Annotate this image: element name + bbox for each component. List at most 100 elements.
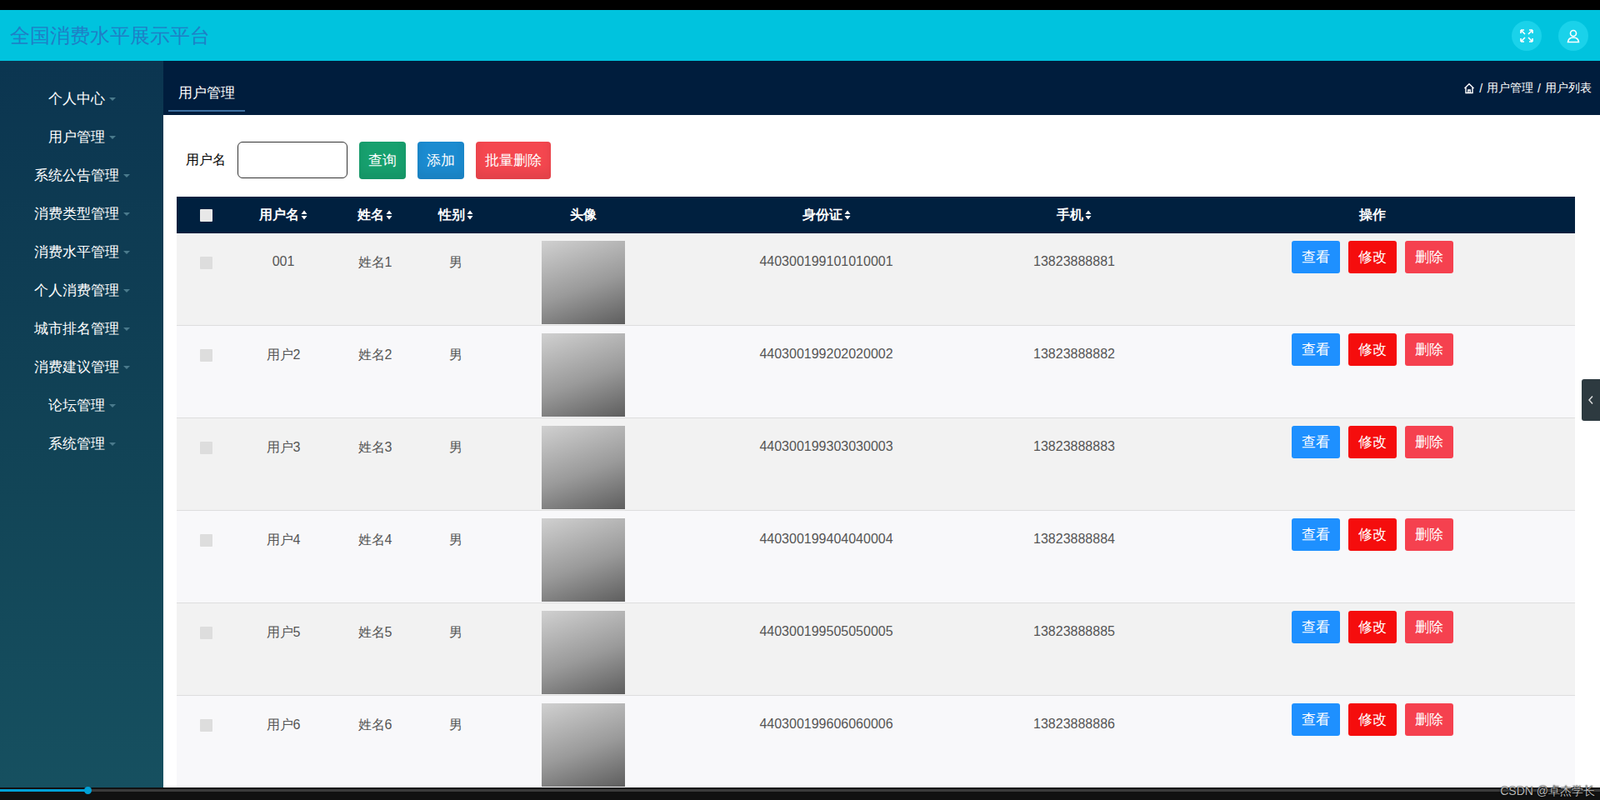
sidebar-item[interactable]: 消费类型管理 bbox=[0, 194, 164, 233]
column-label: 身份证 bbox=[802, 206, 843, 225]
cell-text: 13823888886 bbox=[1033, 716, 1115, 732]
action-button[interactable]: 修改 bbox=[1348, 610, 1397, 644]
avatar-cell bbox=[492, 510, 674, 602]
search-bar: 用户名查询添加批量删除 bbox=[185, 140, 1575, 180]
select-all-checkbox[interactable] bbox=[200, 209, 213, 222]
actions-cell: 查看修改删除 bbox=[1169, 695, 1575, 736]
sidebar-item[interactable]: 个人消费管理 bbox=[0, 270, 164, 310]
row-checkbox[interactable] bbox=[200, 441, 213, 455]
actions-cell: 查看修改删除 bbox=[1169, 233, 1575, 274]
sort-control[interactable] bbox=[300, 210, 308, 220]
avatar-image bbox=[541, 425, 625, 510]
sidebar-item[interactable]: 系统管理 bbox=[0, 424, 164, 463]
user-button[interactable] bbox=[1558, 20, 1589, 51]
action-button[interactable]: 修改 bbox=[1348, 333, 1397, 366]
sort-control[interactable] bbox=[385, 210, 393, 220]
action-button[interactable]: 修改 bbox=[1348, 425, 1397, 459]
table-row[interactable]: 用户4姓名4男44030019940404000413823888884查看修改… bbox=[176, 510, 1575, 604]
caret-icon bbox=[109, 97, 116, 101]
cell-text: 001 bbox=[272, 254, 295, 270]
action-button[interactable]: 删除 bbox=[1405, 610, 1454, 644]
row-checkbox[interactable] bbox=[200, 349, 213, 362]
action-button[interactable]: 删除 bbox=[1405, 240, 1454, 274]
table-cell: 440300199101010001 bbox=[673, 233, 980, 270]
action-button[interactable]: 查看 bbox=[1291, 425, 1340, 459]
column-label: 操作 bbox=[1359, 206, 1386, 225]
sidebar-item[interactable]: 消费建议管理 bbox=[0, 347, 164, 386]
action-button[interactable]: 修改 bbox=[1348, 518, 1397, 551]
toolbar-button[interactable]: 批量删除 bbox=[475, 141, 551, 180]
column-header[interactable]: 身份证 bbox=[673, 206, 980, 225]
checkbox-cell bbox=[176, 603, 235, 640]
sidebar-item[interactable]: 个人中心 bbox=[0, 79, 164, 118]
column-header[interactable]: 性别 bbox=[418, 206, 493, 225]
row-checkbox[interactable] bbox=[200, 256, 213, 270]
sidebar-item[interactable]: 论坛管理 bbox=[0, 385, 164, 425]
tab[interactable]: 用户管理 bbox=[168, 73, 245, 112]
action-button[interactable]: 查看 bbox=[1291, 333, 1340, 366]
row-checkbox[interactable] bbox=[200, 626, 213, 640]
sidebar-item[interactable]: 消费水平管理 bbox=[0, 232, 164, 271]
tabs: 用户管理 bbox=[168, 60, 245, 115]
sort-control[interactable] bbox=[1085, 210, 1092, 220]
checkbox-cell bbox=[176, 325, 235, 362]
chevron-left-icon bbox=[1587, 395, 1595, 405]
toolbar-button[interactable]: 查询 bbox=[359, 141, 406, 180]
sidebar-item[interactable]: 城市排名管理 bbox=[0, 309, 164, 348]
action-button[interactable]: 查看 bbox=[1291, 703, 1340, 736]
table-cell: 13823888882 bbox=[979, 325, 1170, 362]
action-button[interactable]: 修改 bbox=[1348, 703, 1397, 736]
action-button[interactable]: 删除 bbox=[1405, 703, 1454, 736]
table-cell: 001 bbox=[235, 233, 332, 270]
column-header[interactable]: 姓名 bbox=[331, 206, 419, 225]
table-cell: 男 bbox=[418, 510, 493, 550]
table-cell: 男 bbox=[418, 325, 493, 365]
caret-icon bbox=[123, 327, 130, 331]
progress-track[interactable] bbox=[0, 789, 1600, 792]
sidebar-item[interactable]: 用户管理 bbox=[0, 117, 164, 156]
cell-text: 440300199606060006 bbox=[759, 716, 893, 732]
table-cell: 440300199505050005 bbox=[673, 603, 980, 640]
action-button[interactable]: 查看 bbox=[1291, 518, 1340, 551]
action-button[interactable]: 查看 bbox=[1291, 610, 1340, 644]
action-button[interactable]: 查看 bbox=[1291, 240, 1340, 274]
sort-icon[interactable] bbox=[466, 210, 474, 220]
caret-icon bbox=[123, 365, 130, 370]
action-button[interactable]: 删除 bbox=[1405, 518, 1454, 551]
sidebar-label: 用户管理 bbox=[48, 127, 105, 147]
sort-icon[interactable] bbox=[385, 210, 393, 220]
fullscreen-button[interactable] bbox=[1511, 20, 1542, 51]
collapse-handle[interactable] bbox=[1581, 379, 1600, 421]
column-header[interactable]: 用户名 bbox=[235, 206, 332, 225]
sidebar-label: 系统公告管理 bbox=[34, 165, 120, 185]
sort-control[interactable] bbox=[844, 210, 851, 220]
progress-handle[interactable] bbox=[84, 786, 92, 795]
table-cell: 用户5 bbox=[235, 603, 332, 642]
sidebar-item[interactable]: 系统公告管理 bbox=[0, 155, 164, 195]
table-row[interactable]: 用户3姓名3男44030019930303000313823888883查看修改… bbox=[176, 418, 1575, 511]
action-button[interactable]: 删除 bbox=[1405, 425, 1454, 459]
sort-icon[interactable] bbox=[1085, 210, 1092, 220]
sidebar-label: 个人中心 bbox=[48, 89, 105, 109]
row-checkbox[interactable] bbox=[200, 534, 213, 547]
cell-text: 男 bbox=[449, 624, 463, 642]
action-button[interactable]: 修改 bbox=[1348, 240, 1397, 274]
breadcrumb-separator: / bbox=[1537, 81, 1541, 95]
search-input[interactable] bbox=[237, 141, 348, 179]
breadcrumb-item[interactable]: 用户管理 bbox=[1486, 80, 1534, 96]
sort-control[interactable] bbox=[466, 210, 474, 220]
sort-icon[interactable] bbox=[300, 210, 308, 220]
breadcrumb-item[interactable]: 用户列表 bbox=[1545, 80, 1592, 96]
table-row[interactable]: 用户5姓名5男44030019950505000513823888885查看修改… bbox=[176, 603, 1575, 696]
table-row[interactable]: 用户6姓名6男44030019960606000613823888886查看修改… bbox=[176, 695, 1575, 788]
action-button[interactable]: 删除 bbox=[1405, 333, 1454, 366]
table-row[interactable]: 001姓名1男44030019910101000113823888881查看修改… bbox=[176, 233, 1575, 326]
home-icon[interactable] bbox=[1463, 82, 1475, 95]
table-cell: 440300199202020002 bbox=[673, 325, 980, 362]
column-header[interactable]: 手机 bbox=[979, 206, 1170, 225]
app-title: 全国消费水平展示平台 bbox=[10, 22, 210, 50]
sort-icon[interactable] bbox=[844, 210, 851, 220]
toolbar-button[interactable]: 添加 bbox=[417, 141, 465, 180]
table-row[interactable]: 用户2姓名2男44030019920202000213823888882查看修改… bbox=[176, 325, 1575, 419]
row-checkbox[interactable] bbox=[200, 719, 213, 732]
